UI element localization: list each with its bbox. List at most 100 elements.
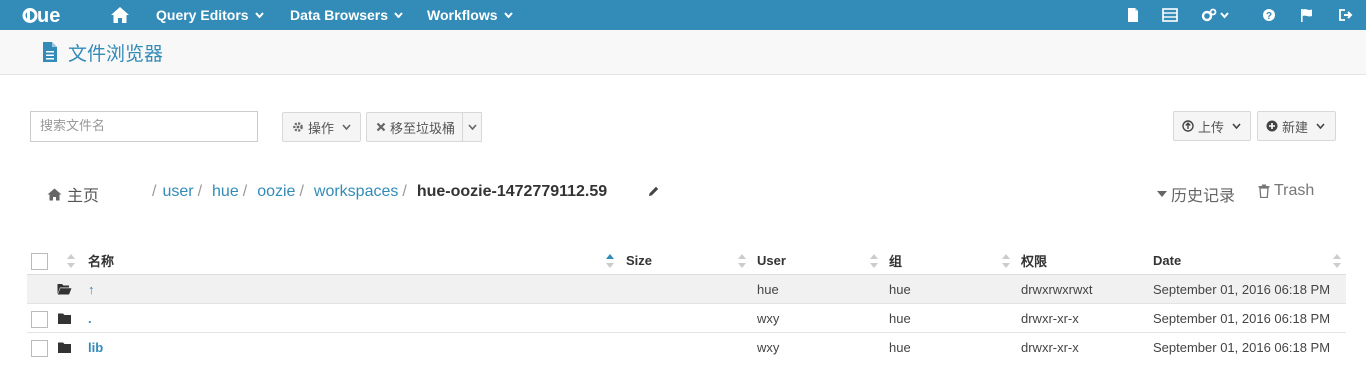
column-header-date[interactable]: Date <box>1153 246 1181 275</box>
help-icon[interactable]: ? <box>1262 8 1278 22</box>
page-header: 文件浏览器 <box>0 30 1366 75</box>
table-icon[interactable] <box>1162 8 1178 22</box>
breadcrumb-separator: / <box>242 183 248 200</box>
breadcrumb-part[interactable]: workspaces <box>314 183 398 201</box>
row-checkbox[interactable] <box>31 311 48 328</box>
row-date: September 01, 2016 06:18 PM <box>1153 282 1331 297</box>
cogs-icon[interactable] <box>1201 8 1233 22</box>
pencil-icon[interactable] <box>647 185 660 198</box>
chevron-down-icon <box>254 12 264 18</box>
row-name-link[interactable]: ↑ <box>88 275 95 304</box>
table-header-row: 名称 Size User 组 权限 Date <box>27 246 1346 275</box>
column-header-user[interactable]: User <box>757 246 786 275</box>
actions-button[interactable]: 操作 <box>282 112 361 142</box>
actions-button-label: 操作 <box>308 121 335 137</box>
sort-icon[interactable] <box>606 254 614 268</box>
trash-label: Trash <box>1274 182 1315 199</box>
chevron-down-icon <box>503 12 513 18</box>
column-header-name[interactable]: 名称 <box>88 246 114 275</box>
history-button[interactable]: 历史记录 <box>1157 182 1235 206</box>
breadcrumb-separator: / <box>197 183 203 200</box>
chevron-down-icon <box>467 124 477 130</box>
chevron-down-icon <box>1316 123 1325 129</box>
document-icon[interactable] <box>1125 8 1141 22</box>
row-permissions: drwxrwxrwxt <box>1021 282 1093 297</box>
breadcrumb-separator: / <box>152 183 157 200</box>
breadcrumb-separator: / <box>299 183 304 200</box>
svg-text:ue: ue <box>37 5 60 26</box>
row-user: hue <box>757 282 779 297</box>
svg-text:?: ? <box>1266 11 1272 22</box>
breadcrumb-home[interactable]: 主页 <box>47 182 99 206</box>
upload-icon <box>1182 120 1194 132</box>
nav-data-browsers-label: Data Browsers <box>290 7 389 23</box>
page-title: 文件浏览器 <box>68 43 164 65</box>
sort-icon[interactable] <box>738 254 746 268</box>
search-input[interactable] <box>30 111 258 142</box>
trash-link[interactable]: Trash <box>1258 182 1314 200</box>
column-header-group[interactable]: 组 <box>889 246 902 275</box>
select-all-checkbox[interactable] <box>31 253 48 270</box>
breadcrumb-current: hue-oozie-1472779112.59 <box>416 183 608 200</box>
upload-button-label: 上传 <box>1198 120 1225 136</box>
row-date: September 01, 2016 06:18 PM <box>1153 340 1331 355</box>
top-navbar: ue Query Editors Data Browsers Workflows… <box>0 0 1366 30</box>
sort-icon[interactable] <box>1333 254 1341 268</box>
home-icon <box>47 188 62 200</box>
row-group: hue <box>889 311 911 326</box>
sort-icon[interactable] <box>870 254 878 268</box>
breadcrumb-home-label: 主页 <box>67 186 100 205</box>
chevron-down-icon <box>394 12 403 18</box>
history-label: 历史记录 <box>1171 186 1236 205</box>
trash-icon <box>1258 184 1270 198</box>
nav-workflows[interactable]: Workflows <box>427 0 513 30</box>
sort-icon[interactable] <box>1002 254 1010 268</box>
nav-query-editors[interactable]: Query Editors <box>156 0 264 30</box>
file-icon <box>43 42 57 62</box>
row-permissions: drwxr-xr-x <box>1021 340 1079 355</box>
gear-icon <box>293 122 303 132</box>
row-name-link[interactable]: . <box>88 304 92 333</box>
plus-circle-icon <box>1266 120 1278 132</box>
sort-icon[interactable] <box>67 254 75 268</box>
breadcrumb-separator: / <box>402 183 407 200</box>
table-row[interactable]: . wxy hue drwxr-xr-x September 01, 2016 … <box>27 304 1346 333</box>
row-user: wxy <box>757 340 780 355</box>
move-to-trash-button[interactable]: 移至垃圾桶 <box>366 112 463 142</box>
breadcrumb-part[interactable]: user <box>162 183 193 201</box>
nav-query-editors-label: Query Editors <box>156 7 249 23</box>
table-row[interactable]: lib wxy hue drwxr-xr-x September 01, 201… <box>27 333 1346 362</box>
row-user: wxy <box>757 311 780 326</box>
row-permissions: drwxr-xr-x <box>1021 311 1079 326</box>
folder-open-icon <box>57 284 72 295</box>
nav-data-browsers[interactable]: Data Browsers <box>290 0 403 30</box>
column-header-size[interactable]: Size <box>626 246 652 275</box>
close-icon <box>376 122 386 132</box>
row-group: hue <box>889 282 911 297</box>
chevron-down-icon <box>342 124 351 130</box>
breadcrumb-part[interactable]: oozie <box>257 183 295 201</box>
row-date: September 01, 2016 06:18 PM <box>1153 311 1331 326</box>
row-checkbox[interactable] <box>31 340 48 357</box>
flag-icon[interactable] <box>1299 8 1315 22</box>
breadcrumb: / user / hue / oozie / workspaces / hue-… <box>152 183 607 201</box>
upload-button[interactable]: 上传 <box>1173 111 1251 141</box>
logout-icon[interactable] <box>1338 8 1354 22</box>
row-group: hue <box>889 340 911 355</box>
column-header-permissions[interactable]: 权限 <box>1021 246 1047 275</box>
caret-down-icon <box>1157 190 1167 197</box>
hue-logo[interactable]: ue <box>22 5 80 26</box>
table-row[interactable]: ↑ hue hue drwxrwxrwxt September 01, 2016… <box>27 275 1346 304</box>
new-button[interactable]: 新建 <box>1257 111 1336 141</box>
folder-icon <box>58 313 71 324</box>
new-button-label: 新建 <box>1282 120 1309 136</box>
nav-workflows-label: Workflows <box>427 7 498 23</box>
move-to-trash-label: 移至垃圾桶 <box>390 121 456 137</box>
breadcrumb-part[interactable]: hue <box>212 183 239 201</box>
chevron-down-icon <box>1232 123 1241 129</box>
trash-options-toggle[interactable] <box>462 112 482 142</box>
folder-icon <box>58 342 71 353</box>
row-name-link[interactable]: lib <box>88 333 103 362</box>
file-table: 名称 Size User 组 权限 Date ↑ hue hue drwxrwx… <box>27 246 1346 362</box>
home-icon[interactable] <box>110 6 130 24</box>
